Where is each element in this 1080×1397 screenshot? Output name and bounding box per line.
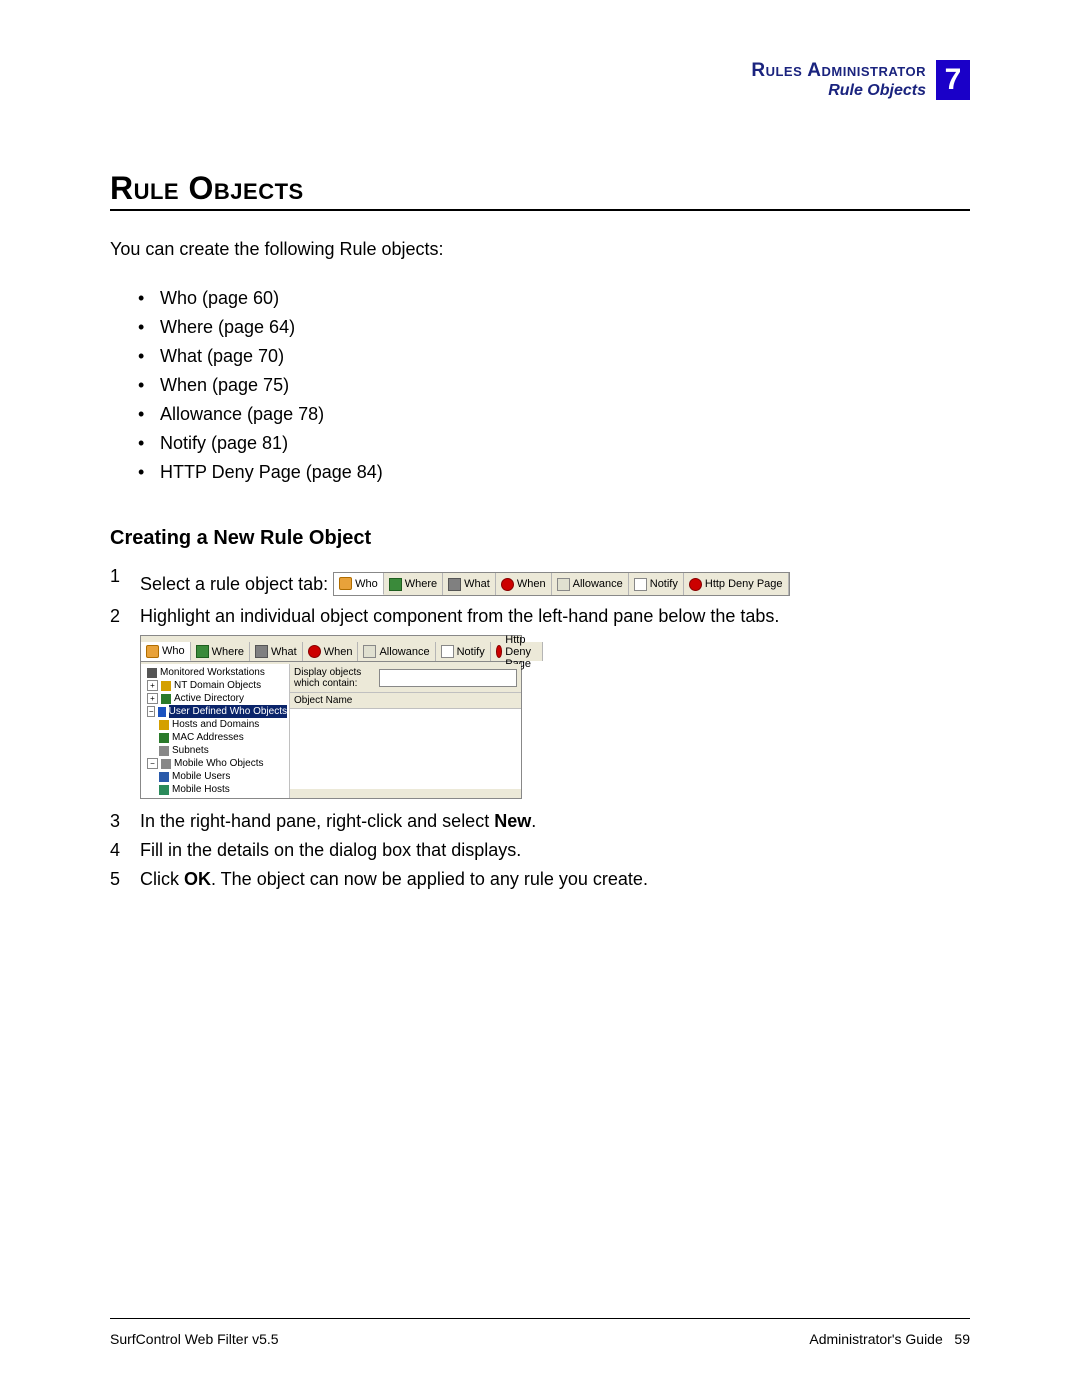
tabstrip-figure: Who Where What When Allowance Notify Htt…	[333, 572, 789, 596]
when-icon	[308, 645, 321, 658]
mac-icon	[159, 733, 169, 743]
tree-node-monitored[interactable]: Monitored Workstations	[141, 666, 289, 679]
list-item: HTTP Deny Page (page 84)	[138, 458, 970, 487]
list-item: Notify (page 81)	[138, 429, 970, 458]
steps-list: Select a rule object tab: Who Where What…	[110, 562, 970, 894]
tab-notify[interactable]: Notify	[436, 642, 491, 661]
tree-node-ad[interactable]: +Active Directory	[141, 692, 289, 705]
step-text: Highlight an individual object component…	[140, 606, 779, 626]
nt-icon	[161, 681, 171, 691]
notify-icon	[634, 578, 647, 591]
collapse-icon[interactable]: −	[147, 758, 158, 769]
tab-http-deny[interactable]: Http Deny Page	[684, 573, 789, 595]
what-icon	[448, 578, 461, 591]
tree-pane[interactable]: Monitored Workstations +NT Domain Object…	[141, 664, 290, 798]
footer-guide: Administrator's Guide	[809, 1331, 942, 1347]
subnet-icon	[159, 746, 169, 756]
step-1: Select a rule object tab: Who Where What…	[110, 562, 970, 602]
subheading: Creating a New Rule Object	[110, 527, 970, 550]
list-item: Who (page 60)	[138, 284, 970, 313]
tab-allowance[interactable]: Allowance	[358, 642, 435, 661]
deny-icon	[496, 645, 503, 658]
tree-node-mobile[interactable]: −Mobile Who Objects	[141, 757, 289, 770]
who-icon	[146, 645, 159, 658]
tab-notify[interactable]: Notify	[629, 573, 684, 595]
tab-who[interactable]: Who	[334, 573, 384, 595]
tree-node-mobile-users[interactable]: Mobile Users	[141, 770, 289, 783]
tree-node-mac[interactable]: MAC Addresses	[141, 731, 289, 744]
step-text: Fill in the details on the dialog box th…	[140, 840, 521, 860]
object-list[interactable]	[290, 709, 521, 789]
step-text: Select a rule object tab:	[140, 574, 328, 594]
expand-icon[interactable]: +	[147, 680, 158, 691]
list-item: Where (page 64)	[138, 313, 970, 342]
intro-text: You can create the following Rule object…	[110, 239, 970, 260]
user-icon	[158, 707, 165, 717]
chapter-number-badge: 7	[936, 60, 970, 100]
step-2: Highlight an individual object component…	[110, 602, 970, 807]
ad-icon	[161, 694, 171, 704]
page-header: Rules Administrator Rule Objects 7	[110, 60, 970, 100]
tree-node-hosts[interactable]: Hosts and Domains	[141, 718, 289, 731]
collapse-icon[interactable]: −	[147, 706, 155, 717]
allowance-icon	[557, 578, 570, 591]
mobile-icon	[161, 759, 171, 769]
list-item: What (page 70)	[138, 342, 970, 371]
workstation-icon	[147, 668, 157, 678]
tab-what[interactable]: What	[443, 573, 496, 595]
step-3: In the right-hand pane, right-click and …	[110, 807, 970, 836]
mobile-user-icon	[159, 772, 169, 782]
where-icon	[196, 645, 209, 658]
page-title: Rule Objects	[110, 170, 970, 207]
tab-who[interactable]: Who	[141, 642, 191, 661]
panel-tabstrip: Who Where What When Allowance Notify Htt…	[141, 642, 521, 662]
what-icon	[255, 645, 268, 658]
tree-node-nt[interactable]: +NT Domain Objects	[141, 679, 289, 692]
right-pane[interactable]: Display objects which contain: Object Na…	[290, 664, 521, 798]
step-5: Click OK. The object can now be applied …	[110, 865, 970, 894]
tab-where[interactable]: Where	[384, 573, 443, 595]
page-footer: SurfControl Web Filter v5.5 Administrato…	[110, 1318, 970, 1347]
who-icon	[339, 577, 352, 590]
notify-icon	[441, 645, 454, 658]
where-icon	[389, 578, 402, 591]
tree-node-mobile-hosts[interactable]: Mobile Hosts	[141, 783, 289, 796]
step-text: In the right-hand pane, right-click and …	[140, 811, 494, 831]
panel-figure: Who Where What When Allowance Notify Htt…	[140, 635, 522, 799]
tree-node-userdef[interactable]: −User Defined Who Objects	[141, 705, 289, 718]
filter-label: Display objects which contain:	[294, 667, 375, 689]
allowance-icon	[363, 645, 376, 658]
deny-icon	[689, 578, 702, 591]
tab-where[interactable]: Where	[191, 642, 250, 661]
tab-allowance[interactable]: Allowance	[552, 573, 629, 595]
expand-icon[interactable]: +	[147, 693, 158, 704]
host-icon	[159, 720, 169, 730]
filter-input[interactable]	[379, 669, 517, 687]
header-chapter: Rules Administrator	[751, 60, 926, 82]
rule-objects-list: Who (page 60) Where (page 64) What (page…	[138, 284, 970, 487]
title-rule	[110, 209, 970, 211]
mobile-host-icon	[159, 785, 169, 795]
bold-new: New	[494, 811, 531, 831]
header-section: Rule Objects	[751, 82, 926, 100]
tree-node-subnets[interactable]: Subnets	[141, 744, 289, 757]
list-item: When (page 75)	[138, 371, 970, 400]
step-text: Click	[140, 869, 184, 889]
list-item: Allowance (page 78)	[138, 400, 970, 429]
footer-page-number: 59	[954, 1331, 970, 1347]
tab-what[interactable]: What	[250, 642, 303, 661]
column-header[interactable]: Object Name	[290, 693, 521, 709]
step-4: Fill in the details on the dialog box th…	[110, 836, 970, 865]
bold-ok: OK	[184, 869, 211, 889]
tab-when[interactable]: When	[496, 573, 552, 595]
when-icon	[501, 578, 514, 591]
tab-when[interactable]: When	[303, 642, 359, 661]
tab-http-deny[interactable]: Http Deny Page	[491, 642, 544, 661]
footer-product: SurfControl Web Filter v5.5	[110, 1331, 279, 1347]
